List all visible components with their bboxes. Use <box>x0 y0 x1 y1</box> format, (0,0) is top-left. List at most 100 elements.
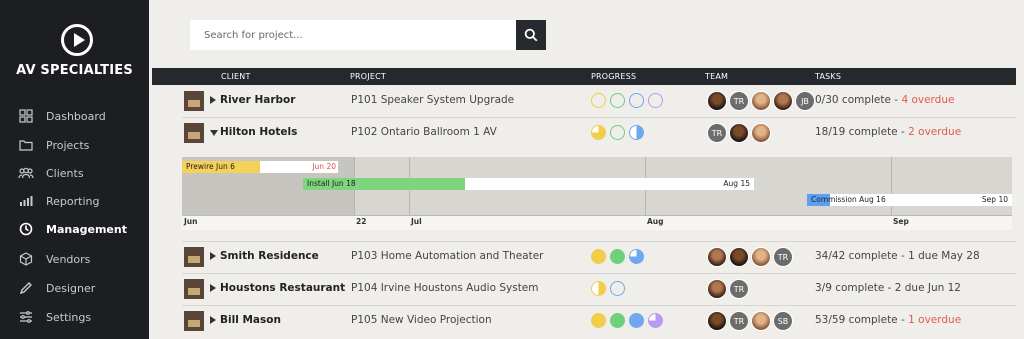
search-input[interactable] <box>190 20 516 50</box>
tasks-status[interactable]: 2 overdue <box>908 126 961 138</box>
avatar-initials[interactable]: TR <box>729 91 749 111</box>
nav-label: Vendors <box>46 252 91 266</box>
client-name[interactable]: Houstons Restaurant <box>220 282 345 294</box>
progress-circle[interactable] <box>610 93 625 108</box>
avatar-initials[interactable]: TR <box>729 279 749 299</box>
gantt-axis <box>182 215 1012 230</box>
column-header-progress[interactable]: PROGRESS <box>591 72 636 81</box>
client-thumbnail <box>184 311 204 331</box>
client-name[interactable]: River Harbor <box>220 94 295 106</box>
progress-circle[interactable] <box>629 125 644 140</box>
project-name[interactable]: P103 Home Automation and Theater <box>351 250 544 262</box>
progress-circle[interactable] <box>629 93 644 108</box>
tasks-status[interactable]: 4 overdue <box>901 94 954 106</box>
avatar[interactable] <box>729 247 749 267</box>
avatar[interactable] <box>751 91 771 111</box>
project-name[interactable]: P102 Ontario Ballroom 1 AV <box>351 126 497 138</box>
progress-indicators <box>591 249 644 264</box>
tasks-complete: 34/42 complete <box>815 250 898 262</box>
progress-circle[interactable] <box>591 281 606 296</box>
gantt-tick: Aug <box>647 217 664 226</box>
avatar-initials[interactable]: TR <box>707 123 727 143</box>
task-summary: 53/59 complete - 1 overdue <box>815 314 961 326</box>
avatar-initials[interactable]: SB <box>773 311 793 331</box>
expand-caret-icon[interactable] <box>210 316 216 324</box>
progress-circle[interactable] <box>610 125 625 140</box>
expand-caret-icon[interactable] <box>210 284 216 292</box>
avatar-initials[interactable]: JB <box>795 91 815 111</box>
folder-icon <box>18 137 34 153</box>
progress-circle[interactable] <box>629 313 644 328</box>
box-icon <box>18 251 34 267</box>
progress-indicators <box>591 125 644 140</box>
tasks-status[interactable]: 1 overdue <box>908 314 961 326</box>
client-name[interactable]: Hilton Hotels <box>220 126 297 138</box>
nav-item-clients[interactable]: Clients <box>18 163 84 183</box>
gantt-bar-label: Prewire Jun 6 <box>186 162 235 171</box>
nav-item-designer[interactable]: Designer <box>18 278 95 298</box>
tasks-status[interactable]: 1 due May 28 <box>908 250 980 262</box>
nav-item-reporting[interactable]: Reporting <box>18 191 99 211</box>
search-button[interactable] <box>516 20 546 50</box>
gantt-bar[interactable]: Prewire Jun 6 Jun 20 <box>182 161 338 173</box>
progress-circle[interactable] <box>591 313 606 328</box>
progress-circle[interactable] <box>610 281 625 296</box>
task-summary: 34/42 complete - 1 due May 28 <box>815 250 980 262</box>
nav-item-settings[interactable]: Settings <box>18 307 91 327</box>
avatar[interactable] <box>751 311 771 331</box>
gantt-tick: Jul <box>411 217 422 226</box>
avatar[interactable] <box>751 247 771 267</box>
progress-circle[interactable] <box>648 93 663 108</box>
team-avatars: TR <box>707 279 751 299</box>
progress-circle[interactable] <box>591 93 606 108</box>
tasks-status[interactable]: 2 due Jun 12 <box>895 282 961 294</box>
brand-name: AV SPECIALTIES <box>16 63 133 78</box>
avatar[interactable] <box>707 311 727 331</box>
progress-circle[interactable] <box>610 313 625 328</box>
table-row[interactable]: Houstons Restaurant P104 Irvine Houstons… <box>182 274 1016 305</box>
progress-circle[interactable] <box>610 249 625 264</box>
gantt-bar-end-label: Aug 15 <box>723 179 750 188</box>
avatar[interactable] <box>707 279 727 299</box>
expand-caret-icon[interactable] <box>210 96 216 104</box>
avatar-initials[interactable]: TR <box>729 311 749 331</box>
progress-circle[interactable] <box>629 249 644 264</box>
progress-circle[interactable] <box>648 313 663 328</box>
progress-circle[interactable] <box>591 125 606 140</box>
tasks-complete: 3/9 complete <box>815 282 885 294</box>
avatar[interactable] <box>729 123 749 143</box>
column-header-client[interactable]: CLIENT <box>221 72 251 81</box>
avatar-initials[interactable]: TR <box>773 247 793 267</box>
table-row-expanded[interactable]: Hilton Hotels P102 Ontario Ballroom 1 AV… <box>182 118 1016 149</box>
nav-item-management[interactable]: Management <box>18 219 127 239</box>
nav-item-projects[interactable]: Projects <box>18 135 89 155</box>
table-row[interactable]: Bill Mason P105 New Video Projection TR S… <box>182 306 1016 337</box>
table-row[interactable]: River Harbor P101 Speaker System Upgrade… <box>182 86 1016 117</box>
project-name[interactable]: P105 New Video Projection <box>351 314 492 326</box>
project-name[interactable]: P104 Irvine Houstons Audio System <box>351 282 539 294</box>
nav-label: Clients <box>46 166 84 180</box>
play-circle-icon[interactable] <box>61 24 93 56</box>
collapse-caret-icon[interactable] <box>210 130 218 136</box>
avatar[interactable] <box>707 91 727 111</box>
nav-item-dashboard[interactable]: Dashboard <box>18 106 106 126</box>
project-name[interactable]: P101 Speaker System Upgrade <box>351 94 514 106</box>
avatar[interactable] <box>707 247 727 267</box>
column-header-team[interactable]: TEAM <box>705 72 728 81</box>
task-summary: 18/19 complete - 2 overdue <box>815 126 961 138</box>
table-row[interactable]: Smith Residence P103 Home Automation and… <box>182 242 1016 273</box>
avatar[interactable] <box>751 123 771 143</box>
column-header-project[interactable]: PROJECT <box>350 72 386 81</box>
gantt-bar[interactable]: Install Jun 18 Aug 15 <box>303 178 754 190</box>
column-header-tasks[interactable]: TASKS <box>815 72 841 81</box>
progress-circle[interactable] <box>591 249 606 264</box>
client-name[interactable]: Smith Residence <box>220 250 319 262</box>
client-name[interactable]: Bill Mason <box>220 314 281 326</box>
expand-caret-icon[interactable] <box>210 252 216 260</box>
gantt-bar-label: Commission Aug 16 <box>811 195 886 204</box>
tasks-complete: 0/30 complete <box>815 94 891 106</box>
nav-item-vendors[interactable]: Vendors <box>18 249 90 269</box>
avatar[interactable] <box>773 91 793 111</box>
tasks-separator: - <box>890 94 902 106</box>
gantt-bar[interactable]: Commission Aug 16 Sep 10 <box>807 194 1012 206</box>
